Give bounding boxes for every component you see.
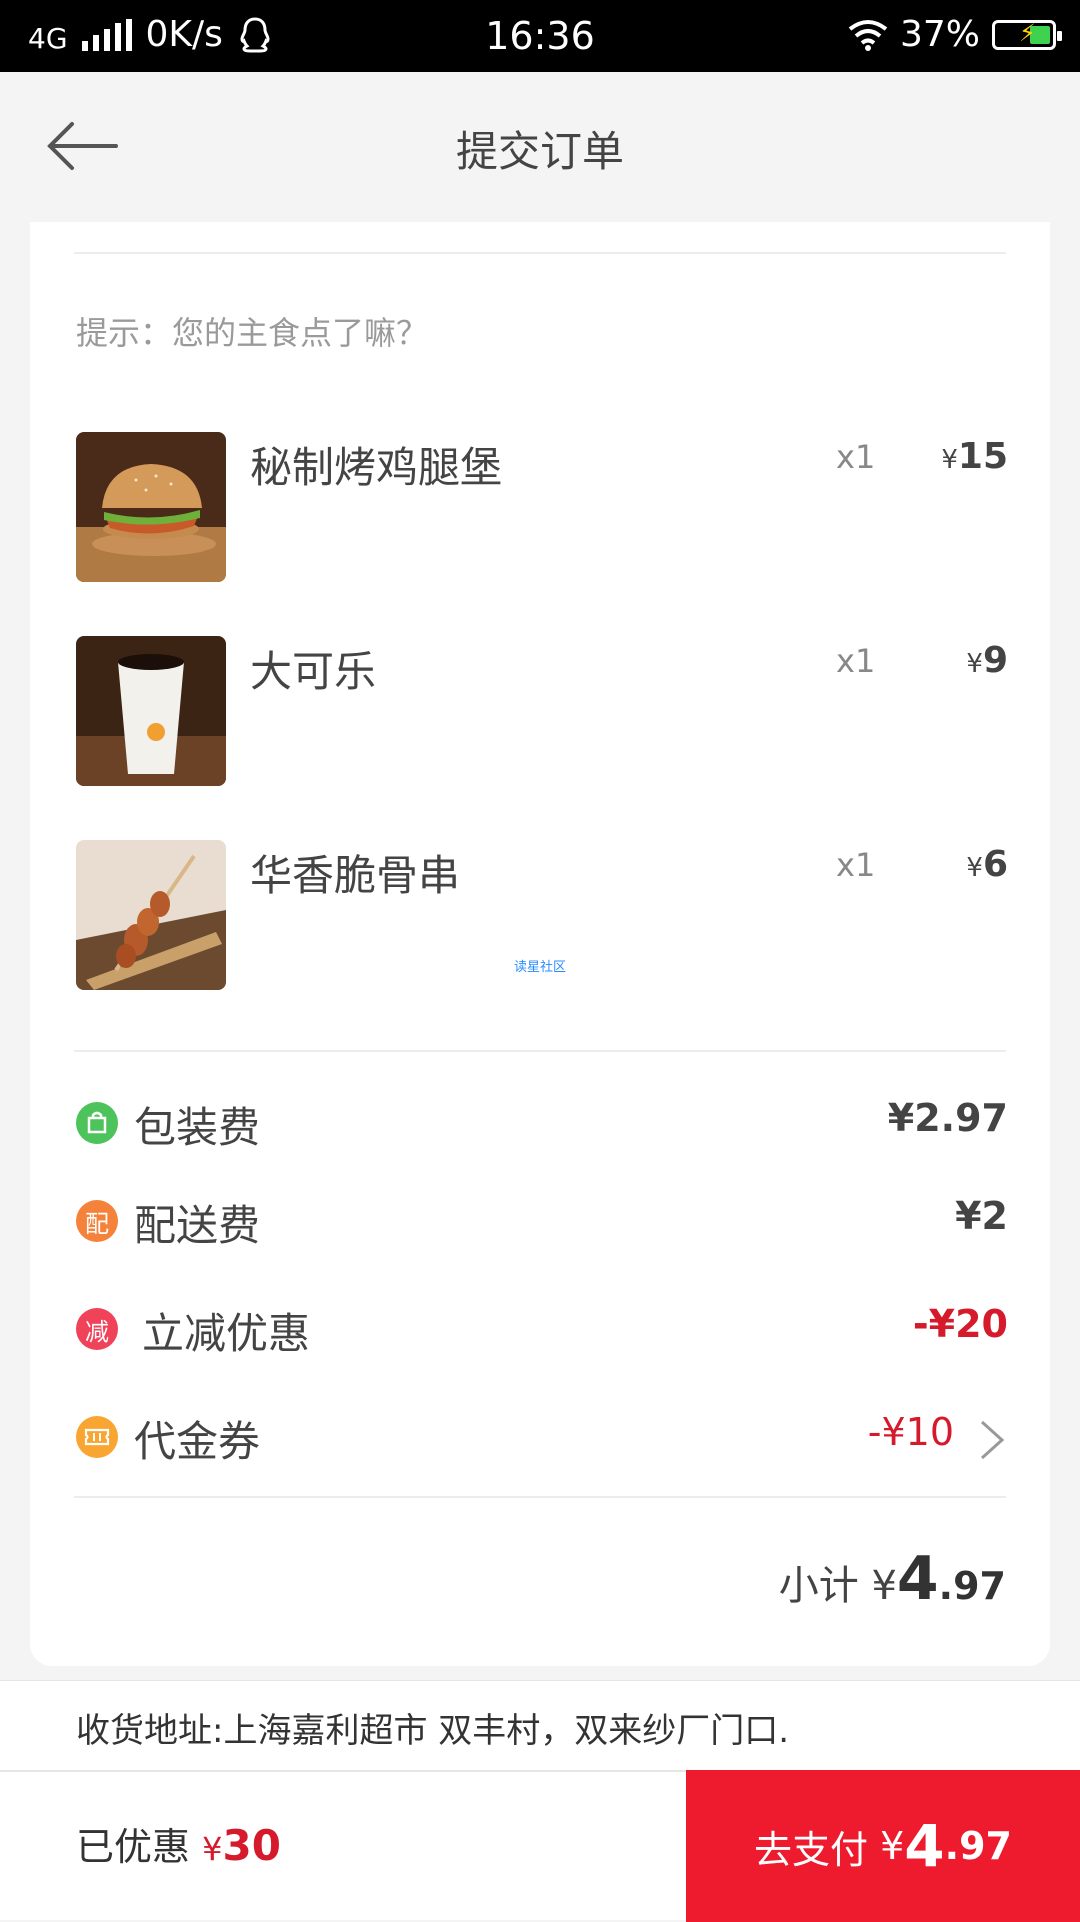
fee-amount: ¥2 bbox=[955, 1194, 1008, 1238]
item-name: 秘制烤鸡腿堡 bbox=[250, 443, 503, 492]
fee-amount: -¥20 bbox=[912, 1302, 1008, 1346]
voucher-row[interactable]: 代金券 -¥10 bbox=[76, 1406, 1008, 1476]
address-text: 收货地址:上海嘉利超市 双丰村，双来纱厂门口. bbox=[76, 1711, 790, 1751]
watermark: 读星社区 bbox=[514, 960, 567, 975]
fee-label: 立减优惠 bbox=[142, 1309, 311, 1358]
divider bbox=[74, 1496, 1006, 1498]
cola-image bbox=[76, 636, 226, 786]
divider bbox=[74, 1050, 1006, 1052]
item-price: ¥15 bbox=[941, 436, 1008, 477]
packaging-fee-row: 包装费 ¥2.97 bbox=[76, 1092, 1008, 1162]
divider bbox=[74, 252, 1006, 254]
fee-amount: ¥2.97 bbox=[887, 1096, 1008, 1140]
item-qty: x1 bbox=[836, 846, 876, 884]
order-item: 秘制烤鸡腿堡 x1 ¥15 bbox=[76, 432, 1008, 582]
burger-image bbox=[76, 432, 226, 582]
delivery-icon: 配 bbox=[76, 1200, 118, 1242]
item-price: ¥9 bbox=[966, 640, 1008, 681]
bag-icon bbox=[76, 1102, 118, 1144]
battery-icon: ⚡ bbox=[992, 19, 1062, 50]
item-name: 华香脆骨串 bbox=[250, 851, 461, 900]
item-qty: x1 bbox=[836, 642, 876, 680]
voucher-icon bbox=[76, 1416, 118, 1458]
status-bar: 4G 0K/s 16:36 37% ⚡ bbox=[0, 0, 1080, 72]
pay-button[interactable]: 去支付 ¥4.97 bbox=[686, 1770, 1080, 1922]
discount-row: 减 立减优惠 -¥20 bbox=[76, 1298, 1008, 1368]
status-right: 37% ⚡ bbox=[848, 14, 1062, 55]
fee-label: 配送费 bbox=[134, 1201, 261, 1250]
fee-label: 包装费 bbox=[134, 1103, 261, 1152]
item-qty: x1 bbox=[836, 438, 876, 476]
order-card: 提示：您的主食点了嘛？ 秘制烤鸡腿堡 x1 ¥15 大可乐 x1 ¥9 华香脆骨… bbox=[30, 222, 1050, 1666]
discount-icon: 减 bbox=[76, 1308, 118, 1350]
chevron-right-icon bbox=[980, 1420, 1005, 1460]
page-title: 提交订单 bbox=[455, 127, 624, 176]
subtotal: 小计 ¥4.97 bbox=[778, 1544, 1006, 1614]
nav-header: 提交订单 bbox=[0, 72, 1080, 222]
bottom-bar: 已优惠 ¥30 去支付 ¥4.97 bbox=[0, 1770, 1080, 1922]
delivery-address[interactable]: 收货地址:上海嘉利超市 双丰村，双来纱厂门口. bbox=[0, 1680, 1080, 1771]
skewer-image bbox=[76, 840, 226, 990]
fee-amount: -¥10 bbox=[867, 1410, 954, 1454]
item-name: 大可乐 bbox=[250, 647, 377, 696]
item-price: ¥6 bbox=[966, 844, 1008, 885]
battery-percent: 37% bbox=[899, 14, 980, 55]
order-item: 大可乐 x1 ¥9 bbox=[76, 636, 1008, 786]
delivery-fee-row: 配 配送费 ¥2 bbox=[76, 1190, 1008, 1260]
wifi-icon bbox=[848, 19, 888, 51]
hint-text: 提示：您的主食点了嘛？ bbox=[76, 314, 429, 352]
fee-label: 代金券 bbox=[134, 1417, 261, 1466]
saved-amount: 已优惠 ¥30 bbox=[76, 1821, 281, 1870]
